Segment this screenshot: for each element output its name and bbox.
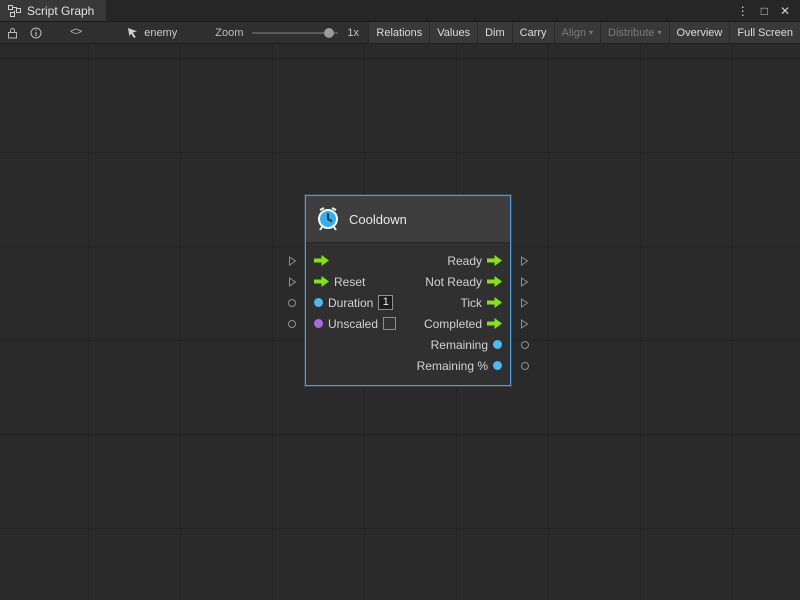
titlebar-spacer xyxy=(106,0,736,21)
flow-arrow-icon xyxy=(487,255,502,266)
graph-breadcrumb[interactable]: enemy xyxy=(127,27,177,39)
cooldown-node[interactable]: Cooldown Ready xyxy=(305,195,511,386)
zoom-label: Zoom xyxy=(215,27,243,39)
lock-icon[interactable] xyxy=(0,22,24,44)
chevron-down-icon: ▾ xyxy=(658,29,662,37)
flow-output-connector[interactable] xyxy=(520,276,529,287)
input-duration[interactable]: Duration 1 xyxy=(314,295,393,310)
float-port-icon xyxy=(493,361,502,370)
flow-output-connector[interactable] xyxy=(520,255,529,266)
flow-arrow-icon xyxy=(487,318,502,329)
maximize-icon[interactable]: □ xyxy=(761,4,768,18)
tab-title: Script Graph xyxy=(27,4,94,18)
value-output-connector[interactable] xyxy=(521,341,529,349)
duration-field[interactable]: 1 xyxy=(378,295,393,310)
chevron-down-icon: ▾ xyxy=(589,29,593,37)
node-title: Cooldown xyxy=(349,212,407,227)
zoom-slider-handle[interactable] xyxy=(324,28,334,38)
input-reset[interactable]: Reset xyxy=(314,275,365,289)
flow-input-port[interactable] xyxy=(314,255,329,266)
pointer-icon xyxy=(127,27,139,39)
output-completed[interactable]: Completed xyxy=(424,317,502,331)
port-row: Unscaled Completed xyxy=(306,313,510,334)
graph-toolbar: <> enemy Zoom 1x Relations Values Dim Ca… xyxy=(0,22,800,44)
zoom-value: 1x xyxy=(347,27,359,39)
window-titlebar: Script Graph ⋮ □ ✕ xyxy=(0,0,800,22)
flow-arrow-icon xyxy=(487,276,502,287)
info-icon[interactable] xyxy=(24,22,48,44)
bool-port-icon xyxy=(314,319,323,328)
tab-script-graph[interactable]: Script Graph xyxy=(0,0,106,21)
flow-input-connector[interactable] xyxy=(288,276,297,287)
port-row: Remaining xyxy=(306,334,510,355)
input-unscaled[interactable]: Unscaled xyxy=(314,317,396,331)
alarm-clock-icon xyxy=(316,207,340,231)
relations-button[interactable]: Relations xyxy=(368,22,429,43)
port-row: Duration 1 Tick xyxy=(306,292,510,313)
align-dropdown[interactable]: Align▾ xyxy=(554,22,600,43)
carry-button[interactable]: Carry xyxy=(512,22,554,43)
output-not-ready[interactable]: Not Ready xyxy=(425,275,502,289)
value-input-connector[interactable] xyxy=(288,320,296,328)
window-menu-icon[interactable]: ⋮ xyxy=(737,4,749,18)
port-row: Reset Not Ready xyxy=(306,271,510,292)
unscaled-checkbox[interactable] xyxy=(383,317,396,330)
full-screen-button[interactable]: Full Screen xyxy=(729,22,800,43)
port-row: Ready xyxy=(306,250,510,271)
zoom-slider[interactable] xyxy=(252,32,338,34)
flow-output-connector[interactable] xyxy=(520,297,529,308)
graph-name: enemy xyxy=(144,27,177,39)
dim-button[interactable]: Dim xyxy=(477,22,512,43)
flow-arrow-icon xyxy=(487,297,502,308)
values-button[interactable]: Values xyxy=(429,22,477,43)
float-port-icon xyxy=(314,298,323,307)
close-icon[interactable]: ✕ xyxy=(780,4,790,18)
output-remaining[interactable]: Remaining xyxy=(431,338,502,352)
toolbar-buttons: Relations Values Dim Carry Align▾ Distri… xyxy=(368,22,800,43)
output-remaining-percent[interactable]: Remaining % xyxy=(417,359,502,373)
value-input-connector[interactable] xyxy=(288,299,296,307)
output-ready[interactable]: Ready xyxy=(447,254,502,268)
flow-arrow-icon xyxy=(314,255,329,266)
distribute-dropdown[interactable]: Distribute▾ xyxy=(600,22,668,43)
output-tick[interactable]: Tick xyxy=(460,296,502,310)
code-preview-icon[interactable]: <> xyxy=(70,27,81,39)
value-output-connector[interactable] xyxy=(521,362,529,370)
node-header[interactable]: Cooldown xyxy=(306,196,510,243)
zoom-control: Zoom 1x xyxy=(215,27,359,39)
float-port-icon xyxy=(493,340,502,349)
script-graph-icon xyxy=(8,5,21,17)
port-row: Remaining % xyxy=(306,355,510,376)
flow-input-connector[interactable] xyxy=(288,255,297,266)
flow-arrow-icon xyxy=(314,276,329,287)
node-body: Ready Reset Not Ready xyxy=(306,243,510,385)
flow-output-connector[interactable] xyxy=(520,318,529,329)
overview-button[interactable]: Overview xyxy=(669,22,730,43)
graph-canvas[interactable]: Cooldown Ready xyxy=(0,44,800,600)
